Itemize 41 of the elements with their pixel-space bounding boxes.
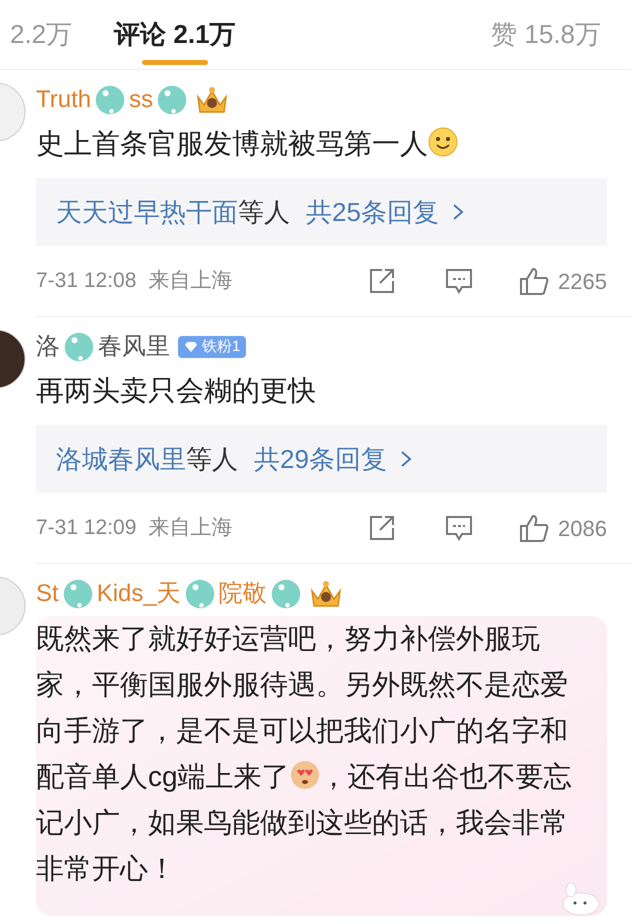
comment-text: 史上首条官服发博就被骂第一人 bbox=[36, 122, 607, 166]
like-icon[interactable] bbox=[518, 266, 550, 296]
tab[interactable]: 赞 15.8万 bbox=[491, 0, 601, 69]
comment-text: 再两头卖只会糊的更快 bbox=[36, 374, 317, 408]
replies-link[interactable]: 洛城春风里等人 共29条回复 bbox=[36, 425, 607, 493]
privacy-blot bbox=[64, 332, 94, 362]
comment-icon[interactable] bbox=[444, 267, 474, 295]
user-name[interactable]: 洛 bbox=[36, 329, 60, 365]
comment-time: 7-31 12:08 bbox=[36, 268, 136, 294]
user-name[interactable]: St bbox=[36, 576, 59, 612]
privacy-blot bbox=[62, 579, 93, 609]
crown-icon bbox=[195, 85, 230, 115]
comment-text: 既然来了就好好运营吧，努力补偿外服玩家，平衡国服外服待遇。另外既然不是恋爱向手游了，是不是可以把我们小广的名字和配音单人cg端上来了 ，还有出谷也不要忘记小广，如果鸟能做到这些的话，我会非常非常开心！ bbox=[36, 622, 573, 886]
user-name[interactable]: ss bbox=[129, 82, 154, 118]
like-count: 2265 bbox=[558, 268, 607, 296]
chevron-right-icon bbox=[450, 202, 465, 222]
tab[interactable]: 2.2万 bbox=[10, 0, 72, 69]
privacy-blot bbox=[157, 85, 188, 115]
privacy-blot bbox=[184, 579, 215, 609]
comment-icon[interactable] bbox=[444, 514, 474, 542]
privacy-blot bbox=[270, 579, 301, 609]
share-icon[interactable] bbox=[368, 267, 396, 295]
crown-icon bbox=[308, 579, 343, 609]
comment-location: 来自上海 bbox=[148, 268, 232, 294]
fan-badge: 铁粉1 bbox=[178, 336, 246, 358]
comment-location: 来自上海 bbox=[148, 515, 232, 542]
share-icon[interactable] bbox=[368, 514, 396, 542]
comment-time: 7-31 12:09 bbox=[36, 515, 136, 542]
user-name[interactable]: 院敬 bbox=[218, 576, 267, 612]
smile-emoji bbox=[428, 127, 458, 157]
user-name[interactable]: Truth bbox=[36, 82, 92, 118]
like-count: 2086 bbox=[558, 514, 607, 542]
like-icon[interactable] bbox=[518, 513, 550, 543]
user-name[interactable]: 春风里 bbox=[98, 329, 170, 365]
diamond-icon bbox=[184, 341, 198, 353]
user-name[interactable]: Kids_天 bbox=[96, 576, 181, 612]
tab[interactable]: 评论 2.1万 bbox=[114, 0, 236, 69]
heart-eyes-emoji bbox=[290, 760, 320, 790]
replies-link[interactable]: 天天过早热干面等人 共25条回复 bbox=[36, 178, 607, 246]
privacy-blot bbox=[95, 85, 126, 115]
chevron-right-icon bbox=[398, 449, 413, 469]
